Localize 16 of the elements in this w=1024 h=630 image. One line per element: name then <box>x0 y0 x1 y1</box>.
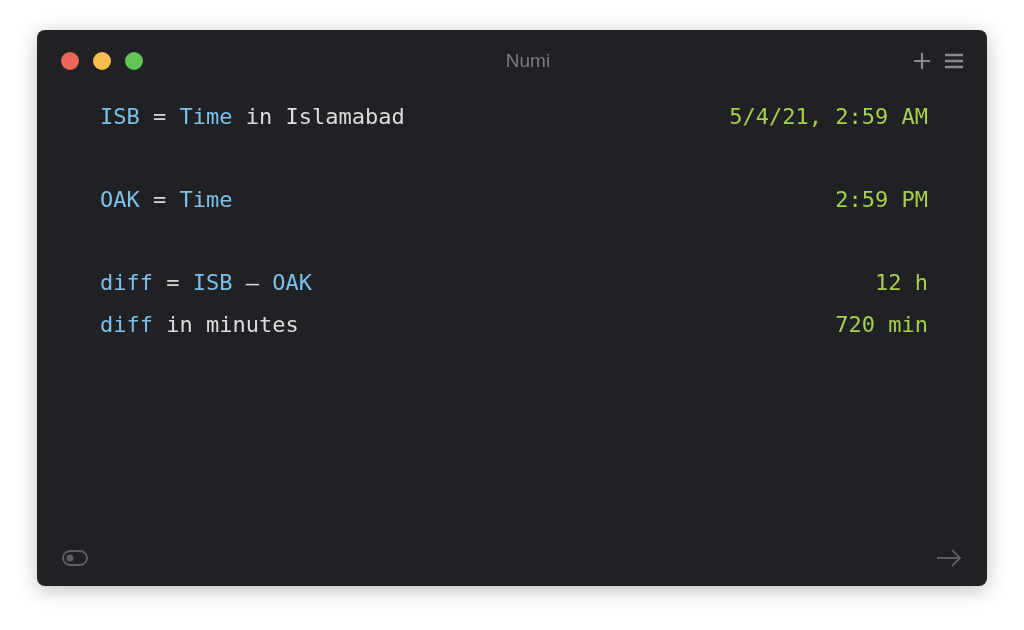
arrow-right-icon[interactable] <box>936 549 962 567</box>
zoom-button[interactable] <box>125 52 143 70</box>
result-value: 2:59 PM <box>835 186 928 215</box>
add-icon[interactable] <box>913 52 931 70</box>
window-title: Numi <box>505 48 551 73</box>
expression-line[interactable]: OAK = Time <box>100 183 233 217</box>
menu-icon[interactable] <box>945 53 963 69</box>
result-value: 12 h <box>875 269 928 298</box>
expression-line[interactable]: diff in minutes <box>100 307 299 341</box>
result-value: 720 min <box>835 310 928 339</box>
toggle-icon[interactable] <box>62 550 88 566</box>
result-value: 5/4/21, 2:59 AM <box>729 103 928 132</box>
minimize-button[interactable] <box>93 52 111 70</box>
expression-line[interactable]: diff = ISB – OAK <box>100 266 312 300</box>
expression-line[interactable]: ISB = Time in Islamabad <box>100 100 405 134</box>
close-button[interactable] <box>61 52 79 70</box>
